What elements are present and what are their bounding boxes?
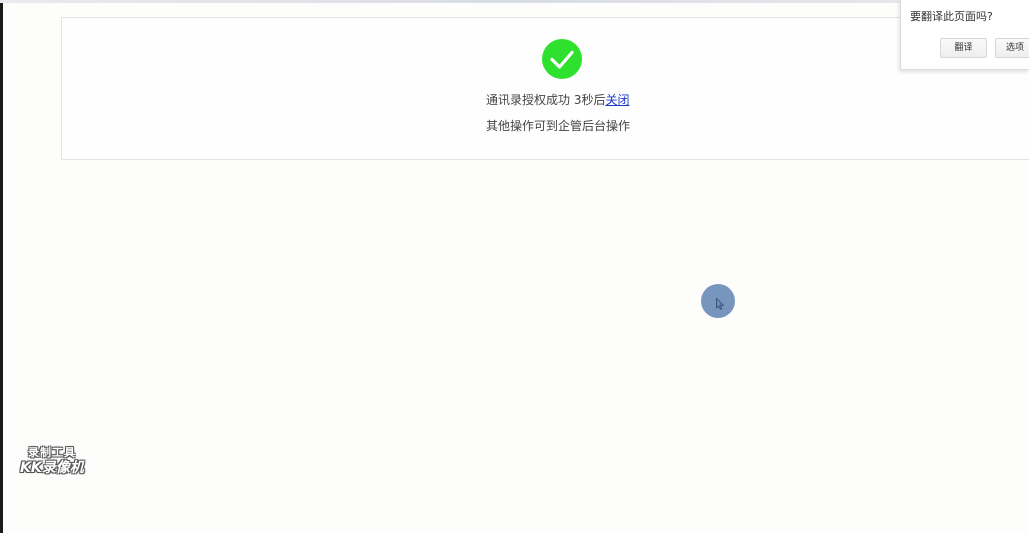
recorder-watermark: 录制工具 KK录像机 xyxy=(18,447,102,475)
options-button[interactable]: 选项 xyxy=(995,38,1029,58)
window-left-edge xyxy=(0,0,3,533)
window-top-edge xyxy=(0,0,1029,3)
translate-prompt-title: 要翻译此页面吗? xyxy=(910,10,993,23)
authorization-result-panel: 通讯录授权成功 3秒后关闭 其他操作可到企管后台操作 xyxy=(61,17,1029,160)
success-checkmark-icon xyxy=(542,39,582,79)
cursor-arrow-icon xyxy=(716,298,724,310)
translate-button[interactable]: 翻译 xyxy=(940,38,987,58)
mouse-cursor-highlight xyxy=(701,284,735,318)
success-message-text: 通讯录授权成功 3秒后 xyxy=(486,93,606,107)
translate-prompt-popup: 要翻译此页面吗? 翻译 选项 xyxy=(900,0,1029,70)
close-link[interactable]: 关闭 xyxy=(605,93,629,107)
watermark-line2: KK录像机 xyxy=(20,460,84,476)
secondary-message: 其他操作可到企管后台操作 xyxy=(486,119,631,133)
success-message: 通讯录授权成功 3秒后关闭 xyxy=(62,92,1029,108)
watermark-line1: 录制工具 xyxy=(28,446,76,459)
